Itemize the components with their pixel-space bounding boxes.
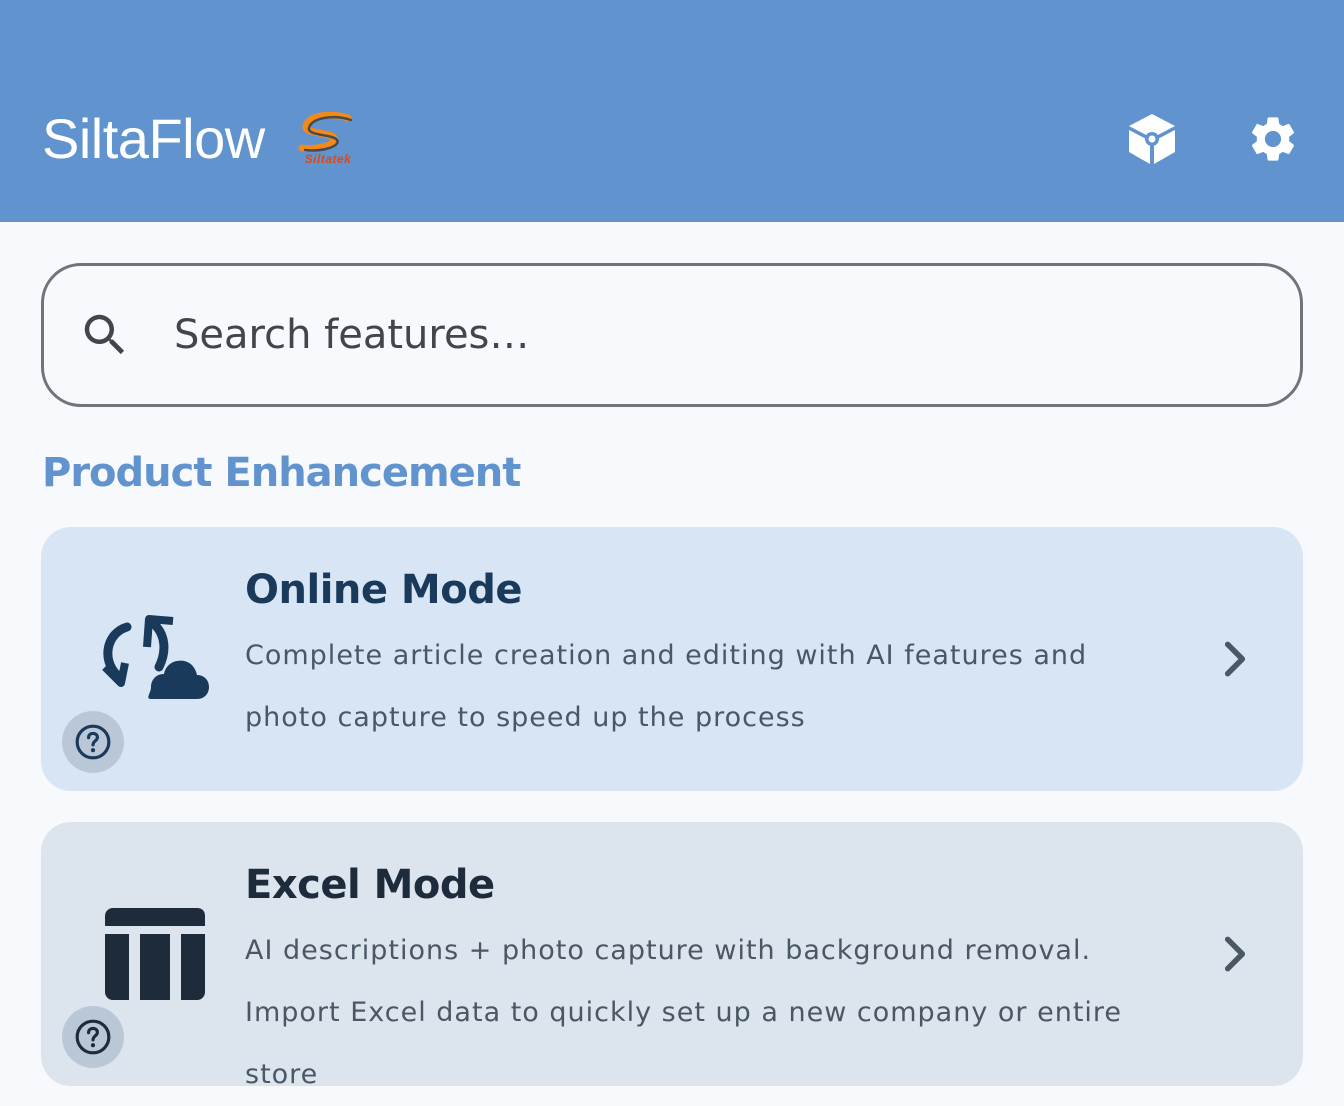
siltatek-logo-icon [298, 111, 353, 152]
excel-mode-help-button[interactable] [62, 1006, 124, 1068]
online-mode-card[interactable]: Online Mode Complete article creation an… [41, 527, 1303, 791]
online-mode-help-button[interactable] [62, 711, 124, 773]
table-icon [105, 908, 205, 1000]
section-title: Product Enhancement [42, 450, 521, 496]
search-input[interactable] [174, 302, 1174, 368]
cube-button[interactable] [1124, 111, 1180, 167]
card-description: Complete article creation and editing wi… [245, 640, 1088, 733]
search-icon [84, 314, 125, 355]
app-bar: SiltaFlow Siltatek [0, 0, 1344, 222]
settings-button[interactable] [1245, 111, 1301, 167]
app-title: SiltaFlow [42, 107, 265, 170]
card-title: Online Mode [245, 567, 522, 613]
sync-cloud-icon [102, 615, 209, 699]
chevron-right-icon [1224, 936, 1246, 972]
help-icon [75, 1019, 111, 1055]
card-title: Excel Mode [245, 862, 495, 908]
help-icon [75, 724, 111, 760]
logo-text: Siltatek [304, 152, 352, 166]
cube-icon [1129, 114, 1175, 164]
card-description: AI descriptions + photo capture with bac… [245, 935, 1123, 1090]
search-bar[interactable] [41, 263, 1303, 407]
siltatek-logo: Siltatek [290, 111, 366, 166]
excel-mode-card[interactable]: Excel Mode AI descriptions + photo captu… [41, 822, 1303, 1090]
chevron-right-icon [1224, 641, 1246, 677]
gear-icon [1251, 117, 1295, 161]
